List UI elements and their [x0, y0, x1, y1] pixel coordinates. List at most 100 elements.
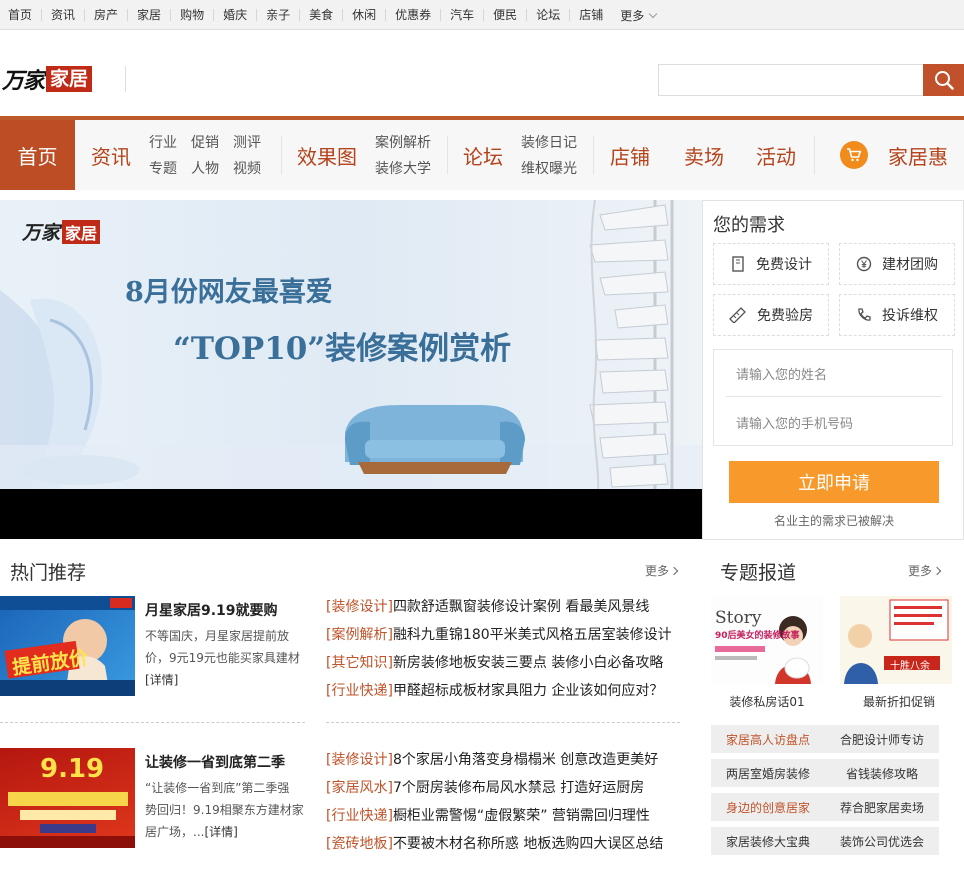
hero-banner[interactable]: 万家 家居 8月份网友最喜爱 “TOP10”装修案例赏析 [0, 200, 703, 489]
toplink-forum[interactable]: 论坛 [527, 9, 571, 21]
nav-gallery-subs: 案例解析 装修大学 [375, 120, 445, 190]
news-text: 不要被木材名称所惑 地板选购四大误区总结 [392, 836, 664, 852]
search-bar [658, 64, 964, 96]
news-item[interactable]: [行业快递]甲醛超标成板材家具阻力 企业该如何应对？ [326, 680, 663, 700]
toplink-shopping[interactable]: 购物 [171, 9, 215, 21]
topic-link-button[interactable]: 装饰公司优选会 [825, 827, 939, 855]
nav-sub-rights[interactable]: 维权曝光 [521, 158, 577, 178]
promo-thumbnail[interactable]: 9.19 [0, 748, 135, 848]
divider [0, 722, 305, 723]
site-logo[interactable]: 万家 家居 [2, 62, 93, 96]
complaint-button[interactable]: 投诉维权 [839, 294, 955, 336]
nav-sub-people[interactable]: 人物 [191, 158, 219, 178]
nav-events[interactable]: 活动 [748, 120, 804, 190]
toplink-leisure[interactable]: 休闲 [343, 9, 387, 21]
toplink-services[interactable]: 便民 [484, 9, 528, 21]
complaint-label: 投诉维权 [882, 308, 938, 324]
topic-thumbnail[interactable]: Story 90后美女的装修故事 [711, 596, 823, 684]
topic-link-button[interactable]: 荐合肥家居卖场 [825, 793, 939, 821]
topic-caption[interactable]: 装修私房话01 [702, 693, 832, 710]
news-item[interactable]: [瓷砖地板]不要被木材名称所惑 地板选购四大误区总结 [326, 833, 663, 853]
special-more-link[interactable]: 更多 [908, 562, 942, 579]
nav-news[interactable]: 资讯 [75, 120, 147, 190]
details-link[interactable]: [详情] [204, 825, 237, 839]
toplink-parenting[interactable]: 亲子 [257, 9, 301, 21]
news-text: 四款舒适飘窗装修设计案例 看最美风景线 [392, 599, 650, 615]
group-buy-button[interactable]: 建材团购 [839, 243, 955, 285]
nav-sub-topics[interactable]: 专题 [149, 158, 177, 178]
news-item[interactable]: [装修设计]8个家居小角落变身榻榻米 创意改造更美好 [326, 749, 658, 769]
nav-deals-label: 家居惠 [888, 144, 948, 169]
article-desc-line: “让装修一省到底”第二季强 [145, 781, 290, 795]
toplink-news[interactable]: 资讯 [42, 9, 86, 21]
nav-sub-case-analysis[interactable]: 案例解析 [375, 132, 431, 152]
article-title[interactable]: 月星家居9.19就要购 [145, 600, 278, 620]
toplink-home[interactable]: 首页 [0, 9, 43, 21]
nav-sub-review[interactable]: 测评 [233, 132, 261, 152]
logo-divider [125, 66, 126, 92]
news-text: 新房装修地板安装三要点 装修小白必备攻略 [392, 655, 664, 671]
toplink-coupons[interactable]: 优惠券 [386, 9, 442, 21]
topic-link-button[interactable]: 身边的创意居家 [711, 793, 825, 821]
topic-thumbnail[interactable]: 十胜八余 [840, 596, 952, 684]
apply-button[interactable]: 立即申请 [729, 461, 939, 503]
nav-forum[interactable]: 论坛 [455, 120, 511, 190]
news-item[interactable]: [其它知识]新房装修地板安装三要点 装修小白必备攻略 [326, 652, 663, 672]
toplink-food[interactable]: 美食 [300, 9, 344, 21]
free-design-label: 免费设计 [756, 257, 812, 273]
topic-link-button[interactable]: 省钱装修攻略 [825, 759, 939, 787]
toplink-home-furnishing[interactable]: 家居 [128, 9, 172, 21]
needs-form: 请输入您的姓名 请输入您的手机号码 [713, 349, 953, 446]
banner-logo-wanjia: 万家 [22, 222, 61, 244]
nav-market[interactable]: 卖场 [676, 120, 732, 190]
article-desc: 不等国庆，月星家居提前放 价，9元19元也能买家具建材 [详情] [145, 625, 300, 691]
design-icon [732, 256, 744, 272]
details-link[interactable]: [详情] [145, 673, 178, 687]
news-text: 橱柜业需警惕“虚假繁荣” 营销需回归理性 [392, 808, 650, 824]
hot-more-link[interactable]: 更多 [645, 562, 679, 579]
search-button[interactable] [923, 64, 964, 96]
nav-home[interactable]: 首页 [0, 120, 75, 190]
news-item[interactable]: [家居风水]7个厨房装修布局风水禁忌 打造好运厨房 [326, 777, 644, 797]
topic-link-button[interactable]: 家居高人访盘点 [711, 725, 825, 753]
nav-sub-diary[interactable]: 装修日记 [521, 132, 577, 152]
news-text: 7个厨房装修布局风水禁忌 打造好运厨房 [392, 780, 645, 796]
nav-sub-video[interactable]: 视频 [233, 158, 261, 178]
toplink-more[interactable]: 更多 [612, 7, 658, 24]
nav-shops[interactable]: 店铺 [602, 120, 658, 190]
news-tag: [装修设计] [326, 752, 393, 768]
search-input[interactable] [658, 64, 923, 96]
article-desc-line: 势回归！9.19相聚东方建材家 [145, 803, 304, 817]
topic-link-button[interactable]: 家居装修大宝典 [711, 827, 825, 855]
nav-sub-industry[interactable]: 行业 [149, 132, 177, 152]
hot-section-title: 热门推荐 [10, 562, 87, 584]
solved-count-text: 名业主的需求已被解决 [773, 514, 894, 528]
toplink-realestate[interactable]: 房产 [85, 9, 129, 21]
nav-deals[interactable]: 家居惠 [836, 120, 952, 190]
news-item[interactable]: [行业快递]橱柜业需警惕“虚假繁荣” 营销需回归理性 [326, 805, 650, 825]
nav-divider [593, 136, 594, 174]
nav-sub-reno-college[interactable]: 装修大学 [375, 158, 431, 178]
topic-link-button[interactable]: 合肥设计师专访 [825, 725, 939, 753]
article-title[interactable]: 让装修一省到底第二季 [145, 752, 285, 772]
toplink-auto[interactable]: 汽车 [441, 9, 485, 21]
news-tag: [其它知识] [326, 655, 393, 671]
article-desc-line: 价，9元19元也能买家具建材 [145, 651, 300, 665]
logo-text-jiaju: 家居 [46, 66, 93, 92]
news-item[interactable]: [案例解析]融科九重锦180平米美式风格五居室装修设计 [326, 624, 672, 644]
phone-field[interactable]: 请输入您的手机号码 [736, 413, 853, 432]
nav-gallery[interactable]: 效果图 [291, 120, 363, 190]
toplink-wedding[interactable]: 婚庆 [214, 9, 258, 21]
name-field[interactable]: 请输入您的姓名 [736, 364, 827, 383]
toplink-shops[interactable]: 店铺 [570, 9, 612, 21]
promo-thumbnail[interactable]: 提前放价 [0, 596, 135, 696]
news-item[interactable]: [装修设计]四款舒适飘窗装修设计案例 看最美风景线 [326, 596, 649, 616]
topic-sign-text: 十胜八余 [890, 661, 930, 672]
free-design-button[interactable]: 免费设计 [713, 243, 829, 285]
free-inspection-button[interactable]: 免费验房 [713, 294, 829, 336]
nav-sub-promo[interactable]: 促销 [191, 132, 219, 152]
topic-link-button[interactable]: 两居室婚房装修 [711, 759, 825, 787]
news-tag: [行业快递] [326, 808, 393, 824]
topic-caption[interactable]: 最新折扣促销 [834, 693, 964, 710]
yen-coin-icon [856, 256, 872, 272]
